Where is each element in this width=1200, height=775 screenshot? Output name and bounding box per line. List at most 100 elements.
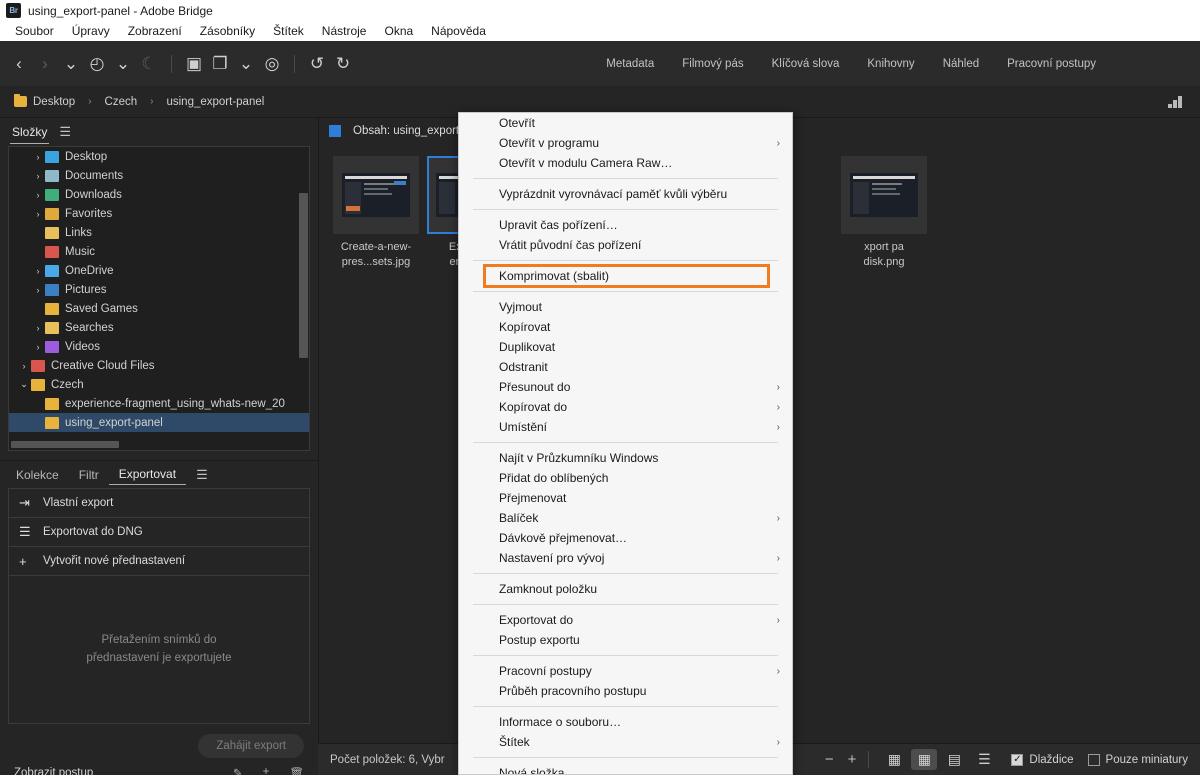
workspace-tab-nhled[interactable]: Náhled (929, 52, 993, 76)
folder-tree-item[interactable]: › Desktop (9, 147, 309, 166)
tab-folders[interactable]: Složky (10, 121, 50, 144)
chevron-right-icon[interactable]: › (31, 209, 45, 219)
context-menu-item[interactable]: Vyprázdnit vyrovnávací paměť kvůli výběr… (459, 184, 792, 204)
folder-tree-item[interactable]: › Creative Cloud Files (9, 356, 309, 375)
chevron-right-icon[interactable]: › (17, 361, 31, 371)
breadcrumb-item-desktop[interactable]: Desktop (10, 93, 79, 110)
context-menu-item[interactable]: Kopírovat (459, 317, 792, 337)
workspace-tab-filmovps[interactable]: Filmový pás (668, 52, 757, 76)
menubar-item-ttek[interactable]: Štítek (264, 22, 313, 40)
context-menu-item[interactable]: Nastavení pro vývoj › (459, 548, 792, 568)
rotate-left-icon[interactable]: ↺ (304, 50, 330, 78)
export-preset-item[interactable]: ☰ Exportovat do DNG (9, 518, 309, 547)
export-preset-item[interactable]: ⇥ Vlastní export (9, 489, 309, 518)
folder-tree-item[interactable]: › Documents (9, 166, 309, 185)
chevron-right-icon[interactable]: › (31, 266, 45, 276)
back-icon[interactable]: ‹ (6, 50, 32, 78)
folder-tree-item[interactable]: › Favorites (9, 204, 309, 223)
context-menu-item[interactable]: Vyjmout (459, 297, 792, 317)
context-menu-item[interactable]: Přejmenovat (459, 488, 792, 508)
folder-tree-item[interactable]: › OneDrive (9, 261, 309, 280)
context-menu-item[interactable]: Zamknout položku (459, 579, 792, 599)
chevron-right-icon[interactable]: › (31, 342, 45, 352)
context-menu-item[interactable]: Duplikovat (459, 337, 792, 357)
context-menu-item[interactable]: Otevřít (459, 113, 792, 133)
menubar-item-npovda[interactable]: Nápověda (422, 22, 495, 40)
thumbnail-image[interactable] (841, 156, 927, 234)
folder-tree-item[interactable]: › Downloads (9, 185, 309, 204)
folder-tree[interactable]: › Desktop › Documents › Downloads › Favorites Li… (8, 146, 310, 451)
list-view-icon[interactable]: ☰ (971, 749, 997, 770)
context-menu-item[interactable]: Přesunout do › (459, 377, 792, 397)
context-menu-item[interactable]: Informace o souboru… (459, 712, 792, 732)
open-camera-raw-icon[interactable]: ◎ (259, 50, 285, 78)
zoom-in-button[interactable]: + (848, 751, 857, 768)
start-export-button[interactable]: Zahájit export (198, 734, 304, 758)
chevron-right-icon[interactable]: › (31, 323, 45, 333)
export-tab-kolekce[interactable]: Kolekce (6, 465, 69, 485)
menubar-item-nstroje[interactable]: Nástroje (313, 22, 376, 40)
zoom-out-button[interactable]: − (825, 751, 834, 768)
workspace-tab-knihovny[interactable]: Knihovny (853, 52, 928, 76)
menubar-item-pravy[interactable]: Úpravy (63, 22, 119, 40)
chevron-right-icon[interactable]: › (31, 171, 45, 181)
workspace-tab-pracovnpostupy[interactable]: Pracovní postupy (993, 52, 1110, 76)
export-tab-filtr[interactable]: Filtr (69, 465, 109, 485)
workspace-tab-metadata[interactable]: Metadata (592, 52, 668, 76)
get-photos-camera-icon[interactable]: ▣ (181, 50, 207, 78)
context-menu-item[interactable]: Otevřít v modulu Camera Raw… (459, 153, 792, 173)
context-menu-item[interactable]: Přidat do oblíbených (459, 468, 792, 488)
thumbnail-item[interactable]: Create-a-new-pres...sets.jpg (333, 156, 419, 270)
folder-tree-horizontal-scrollbar[interactable] (11, 441, 119, 448)
menubar-item-zobrazen[interactable]: Zobrazení (119, 22, 191, 40)
context-menu-item[interactable]: Postup exportu (459, 630, 792, 650)
rotate-right-icon[interactable]: ↻ (330, 50, 356, 78)
checkbox-thumbnails-only[interactable]: ✓ Pouze miniatury (1087, 753, 1188, 766)
folder-tree-item[interactable]: › Pictures (9, 280, 309, 299)
context-menu-item[interactable]: Umístění › (459, 417, 792, 437)
chevron-right-icon[interactable]: › (31, 190, 45, 200)
chevron-right-icon[interactable]: › (31, 152, 45, 162)
breadcrumb-item-czech[interactable]: Czech (101, 94, 142, 110)
export-preset-item[interactable]: + Vytvořit nové přednastavení (9, 547, 309, 576)
delete-trash-icon[interactable]: 🗑 (289, 766, 304, 775)
context-menu[interactable]: Otevřít Otevřít v programu › Otevřít v modu… (458, 112, 793, 775)
context-menu-item[interactable]: Průběh pracovního postupu (459, 681, 792, 701)
folder-tree-item[interactable]: Links (9, 223, 309, 242)
thumbnail-grid-view-icon[interactable]: ▦ (911, 749, 938, 770)
chevron-down-icon[interactable]: ⌄ (17, 379, 31, 390)
chevron-down-icon[interactable]: ⌄ (58, 50, 84, 78)
copy-stack-icon[interactable]: ❐ (207, 50, 233, 78)
breadcrumb-item-current[interactable]: using_export-panel (162, 94, 268, 110)
history-dropdown-icon[interactable]: ⌄ (110, 50, 136, 78)
chevron-right-icon[interactable]: › (31, 285, 45, 295)
context-menu-item[interactable]: Dávkově přejmenovat… (459, 528, 792, 548)
export-tab-exportovat[interactable]: Exportovat (108, 464, 187, 485)
context-menu-item[interactable]: Odstranit (459, 357, 792, 377)
thumbnail-image[interactable] (333, 156, 419, 234)
context-menu-item[interactable]: Upravit čas pořízení… (459, 215, 792, 235)
context-menu-item[interactable]: Otevřít v programu › (459, 133, 792, 153)
folder-tree-vertical-scrollbar[interactable] (299, 193, 308, 358)
add-plus-icon[interactable]: + (263, 766, 270, 775)
thumbnail-item[interactable]: xport pa disk.png (841, 156, 927, 270)
context-menu-item[interactable]: Vrátit původní čas pořízení (459, 235, 792, 255)
context-menu-item[interactable]: Štítek › (459, 732, 792, 752)
context-menu-item[interactable]: Komprimovat (sbalit) (483, 264, 770, 288)
context-menu-item[interactable]: Kopírovat do › (459, 397, 792, 417)
folder-tree-item[interactable]: experience-fragment_using_whats-new_20 (9, 394, 309, 413)
context-menu-item[interactable]: Pracovní postupy › (459, 661, 792, 681)
menubar-item-soubor[interactable]: Soubor (6, 22, 63, 40)
folder-tree-item[interactable]: › Searches (9, 318, 309, 337)
workspace-tab-klovslova[interactable]: Klíčová slova (758, 52, 854, 76)
folder-tree-item[interactable]: ⌄ Czech (9, 375, 309, 394)
export-panel-menu-icon[interactable]: ☰ (196, 467, 208, 483)
sort-stairs-icon[interactable] (1168, 95, 1182, 108)
folder-tree-item[interactable]: › Videos (9, 337, 309, 356)
recent-history-icon[interactable]: ◴ (84, 50, 110, 78)
details-view-icon[interactable]: ▤ (941, 749, 967, 770)
grid-fine-view-icon[interactable]: ▦ (881, 749, 907, 770)
context-menu-item[interactable]: Exportovat do › (459, 610, 792, 630)
panel-menu-icon[interactable]: ☰ (59, 124, 71, 140)
folder-tree-item[interactable]: Music (9, 242, 309, 261)
